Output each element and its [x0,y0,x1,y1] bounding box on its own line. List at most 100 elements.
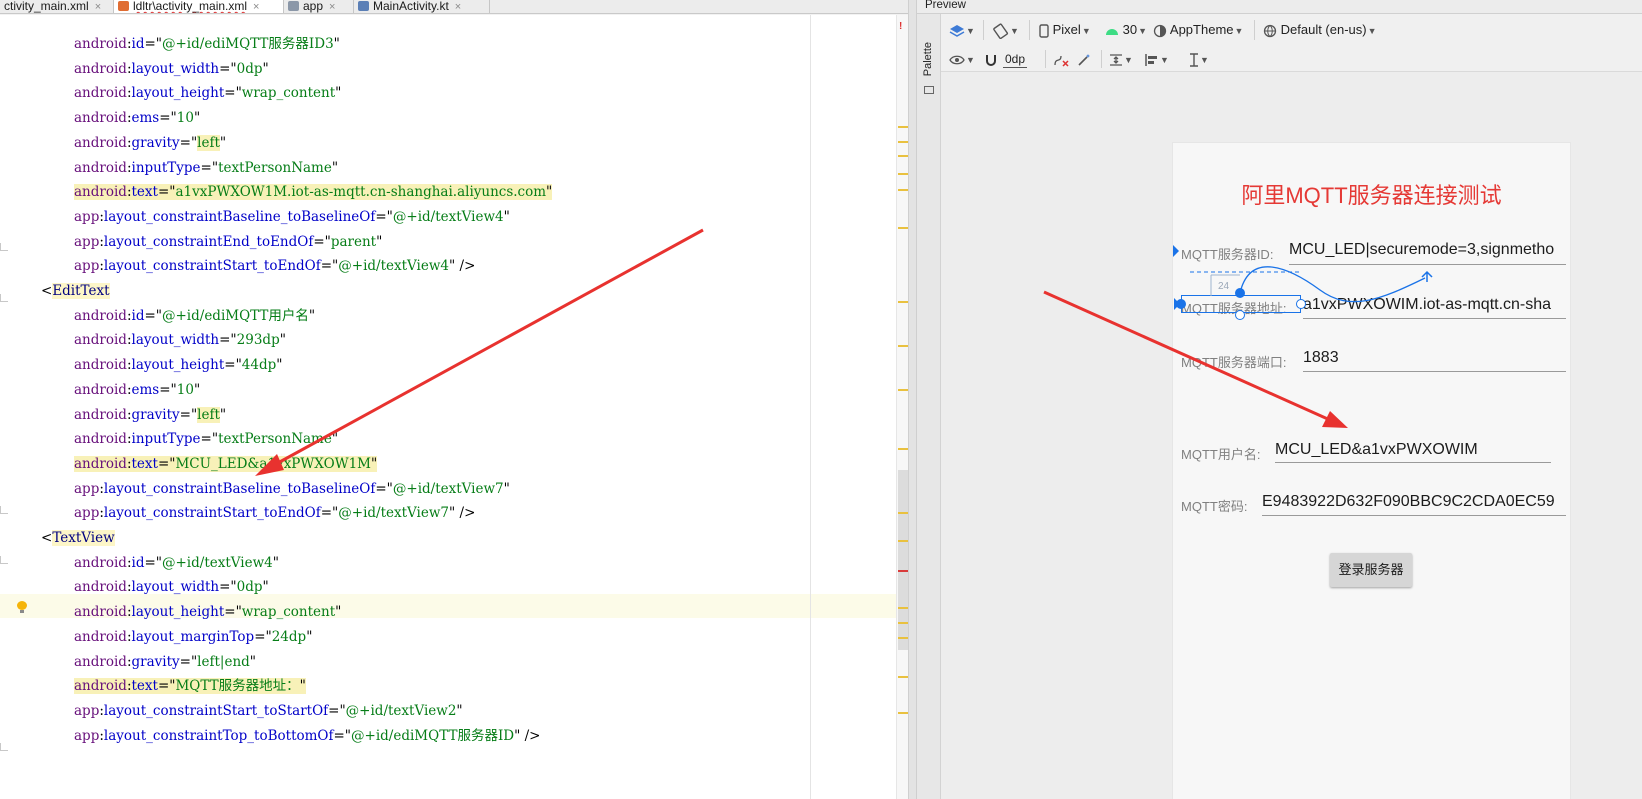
error-indicator-icon[interactable]: ! [899,21,902,32]
warning-marker[interactable] [898,622,908,624]
code-line-tag[interactable]: <TextView [41,526,115,550]
align-dropdown[interactable]: ▼ [1145,46,1169,72]
warning-marker[interactable] [898,126,908,128]
code-line[interactable]: android:layout_marginTop="24dp" [74,625,312,649]
api-level-dropdown[interactable]: 30▼ [1105,14,1147,46]
code-editor[interactable]: android:id="@+id/ediMQTT服务器ID3" android:l… [0,15,908,799]
code-line[interactable]: android:id="@+id/textView4" [74,551,279,575]
lightbulb-icon[interactable] [17,601,27,613]
warning-marker[interactable] [898,227,908,229]
label-password[interactable]: MQTT密码: [1181,496,1247,515]
fold-marker-icon[interactable] [0,506,8,514]
tab-activity-main-xml[interactable]: ctivity_main.xml × [0,0,114,13]
code-line[interactable]: app:layout_constraintStart_toEndOf="@+id… [74,501,475,525]
code-line[interactable]: app:layout_constraintStart_toEndOf="@+id… [74,254,475,278]
server-id-field[interactable]: MCU_LED|securemode=3,signmetho [1289,241,1566,259]
warning-marker[interactable] [898,512,908,514]
design-surface-dropdown[interactable]: ▼ [949,14,975,46]
default-margin-field[interactable]: 0dp [1003,46,1028,72]
close-icon[interactable]: × [253,1,259,13]
code-line[interactable]: android:layout_width="0dp" [74,57,269,81]
code-line[interactable]: app:layout_constraintTop_toBottomOf="@+i… [74,724,540,748]
tab-app[interactable]: app × [284,0,354,13]
magnet-icon [986,54,996,66]
orientation-dropdown[interactable]: ▼ [993,14,1019,46]
constraint-handle-right[interactable] [1296,299,1306,309]
server-address-field[interactable]: a1vxPWXOWIM.iot-as-mqtt.cn-sha [1303,296,1566,314]
fold-marker-icon[interactable] [0,243,8,251]
code-line[interactable]: android:layout_width="293dp" [74,328,286,352]
label-server-port[interactable]: MQTT服务器端口: [1181,352,1286,371]
warning-marker[interactable] [898,155,908,157]
editor-tab-bar: ctivity_main.xml × ldltr\activity_main.xm… [0,0,920,14]
palette-side-strip[interactable]: Palette [917,14,941,799]
gradle-icon [288,1,299,11]
server-port-field[interactable]: 1883 [1303,349,1566,367]
code-line[interactable]: android:inputType="textPersonName" [74,156,338,180]
warning-marker[interactable] [898,389,908,391]
tab-ldltr-activity-main-xml[interactable]: ldltr\activity_main.xml × [114,0,284,13]
guidelines-dropdown[interactable]: ▼ [1189,46,1209,72]
close-icon[interactable]: × [95,1,101,13]
close-icon[interactable]: × [329,1,335,13]
autoconnect-toggle[interactable] [985,46,997,72]
tab-mainactivity-kt[interactable]: MainActivity.kt × [354,0,490,13]
warning-marker[interactable] [898,540,908,542]
code-line[interactable]: app:layout_constraintEnd_toEndOf="parent… [74,230,382,254]
login-server-button[interactable]: 登录服务器 [1330,553,1412,587]
constraint-handle-left[interactable] [1176,299,1186,309]
warning-marker[interactable] [898,637,908,639]
code-line[interactable]: android:gravity="left" [74,131,226,155]
warning-marker[interactable] [898,173,908,175]
code-line[interactable]: app:layout_constraintStart_toStartOf="@+… [74,699,463,723]
code-line[interactable]: android:ems="10" [74,106,200,130]
code-line[interactable]: app:layout_constraintBaseline_toBaseline… [74,205,510,229]
palette-icon[interactable] [924,86,934,94]
palette-tab[interactable]: Palette [922,42,934,76]
close-icon[interactable]: × [455,1,461,13]
infer-constraints-button[interactable] [1077,46,1091,72]
code-line[interactable]: android:id="@+id/ediMQTT服务器ID3" [74,32,340,56]
warning-marker[interactable] [898,141,908,143]
warning-marker[interactable] [898,607,908,609]
constraint-handle-bottom[interactable] [1235,310,1245,320]
margin-value-label: 24 [1218,281,1230,292]
error-stripe[interactable]: ! [896,15,908,799]
fold-marker-icon[interactable] [0,556,8,564]
device-dropdown[interactable]: Pixel▼ [1039,14,1091,46]
clear-constraints-button[interactable] [1053,46,1069,72]
code-line[interactable]: android:gravity="left|end" [74,650,256,674]
fold-marker-icon[interactable] [0,294,8,302]
code-line[interactable]: android:inputType="textPersonName" [74,427,338,451]
warning-marker[interactable] [898,448,908,450]
code-line[interactable]: android:layout_height="wrap_content" [74,81,341,105]
label-username[interactable]: MQTT用户名: [1181,444,1260,463]
theme-dropdown[interactable]: AppTheme▼ [1153,14,1243,46]
username-field[interactable]: MCU_LED&a1vxPWXOWIM [1275,441,1551,459]
code-line[interactable]: android:gravity="left" [74,403,226,427]
split-divider[interactable] [908,0,917,799]
code-line[interactable]: android:layout_width="0dp" [74,575,269,599]
locale-dropdown[interactable]: Default (en-us)▼ [1263,14,1377,46]
view-options-dropdown[interactable]: ▼ [949,46,975,72]
code-line[interactable]: android:ems="10" [74,378,200,402]
code-line[interactable]: android:text="MQTT服务器地址：" [74,674,306,698]
code-line[interactable]: android:text="a1vxPWXOW1M.iot-as-mqtt.cn… [74,180,553,204]
code-line[interactable]: android:id="@+id/ediMQTT用户名" [74,304,315,328]
warning-marker[interactable] [898,676,908,678]
constraint-handle-top[interactable] [1235,288,1245,298]
warning-marker[interactable] [898,712,908,714]
warning-marker[interactable] [898,301,908,303]
code-line-tag[interactable]: <EditText [41,279,110,303]
warning-marker[interactable] [898,345,908,347]
code-line[interactable]: android:layout_height="44dp" [74,353,282,377]
error-marker[interactable] [898,570,908,572]
password-field[interactable]: E9483922D632F090BBC9C2CDA0EC59 [1262,493,1566,511]
label-server-id[interactable]: MQTT服务器ID: [1181,244,1273,263]
code-line[interactable]: android:layout_height="wrap_content" [74,600,341,624]
pack-dropdown[interactable]: ▼ [1109,46,1133,72]
fold-marker-icon[interactable] [0,743,8,751]
code-line[interactable]: android:text="MCU_LED&a1vxPWXOW1M" [74,452,378,476]
warning-marker[interactable] [898,189,908,191]
code-line[interactable]: app:layout_constraintBaseline_toBaseline… [74,477,510,501]
